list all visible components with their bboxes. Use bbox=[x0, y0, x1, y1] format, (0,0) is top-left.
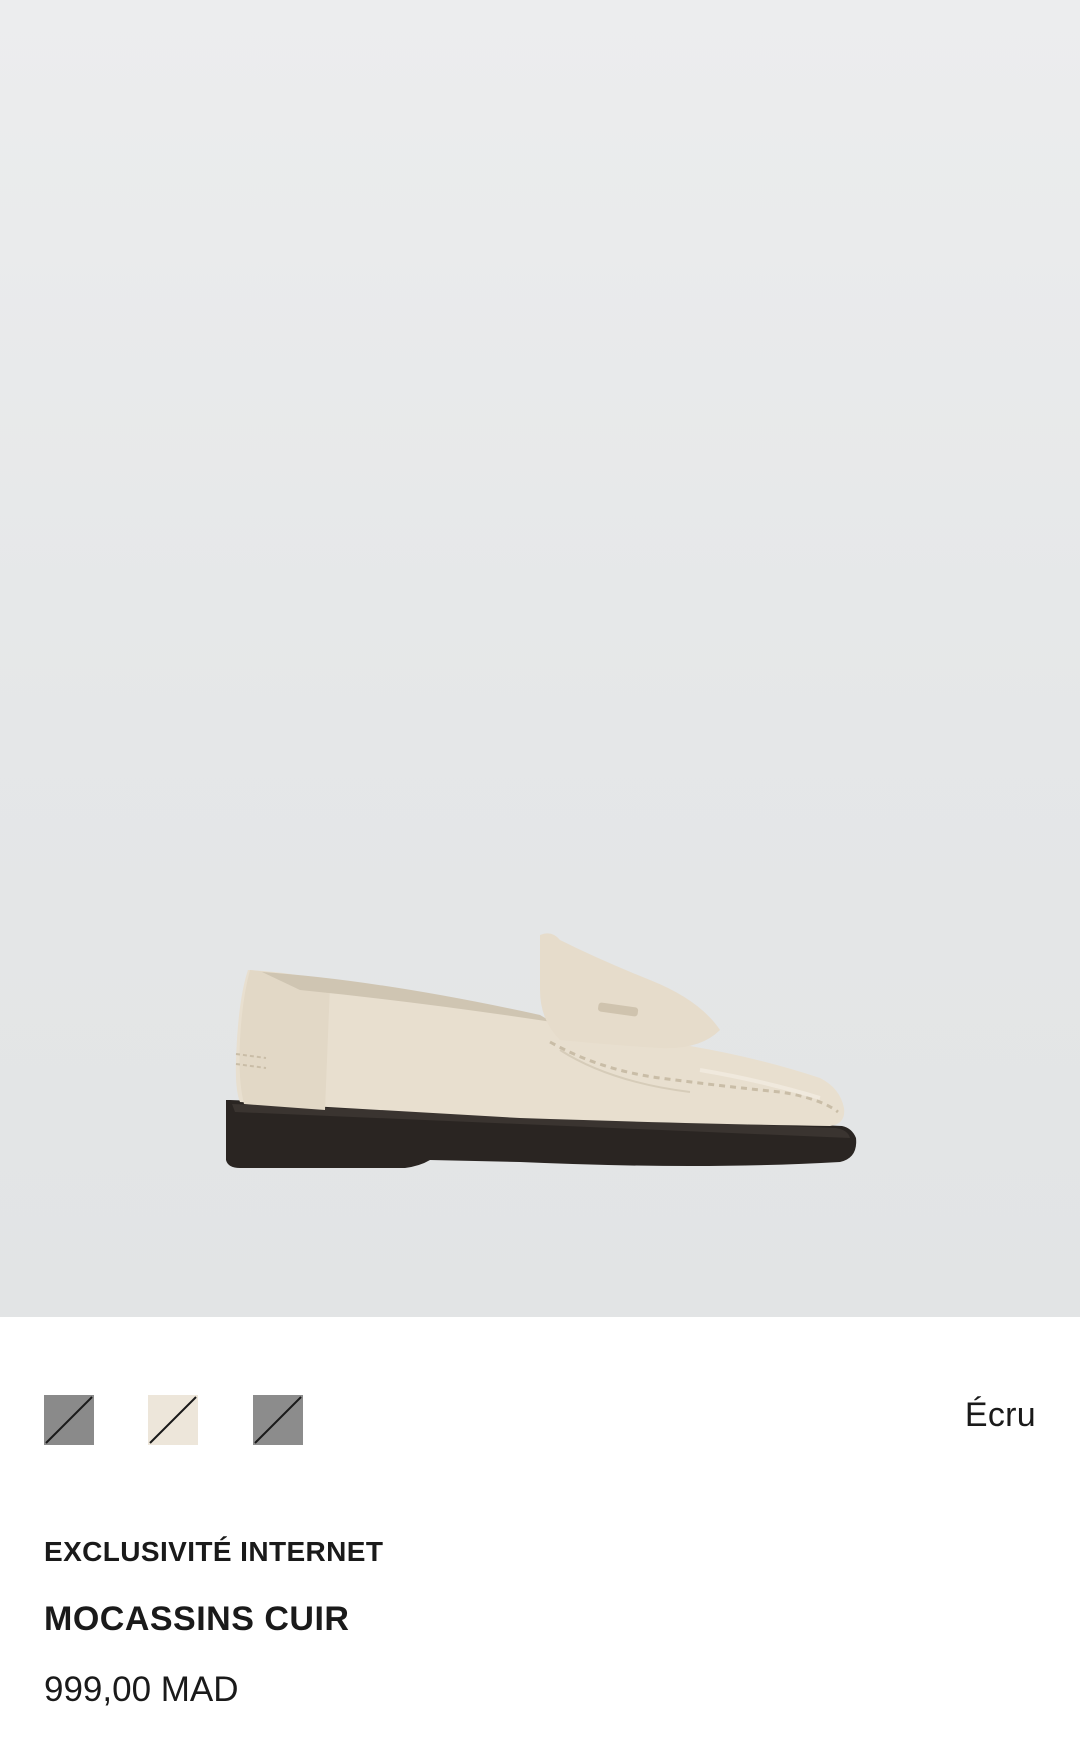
exclusive-label: EXCLUSIVITÉ INTERNET bbox=[44, 1536, 384, 1567]
swatch-grey-icon[interactable] bbox=[44, 1395, 94, 1445]
product-price: 999,00 MAD bbox=[44, 1670, 239, 1709]
loafer-shoe-image bbox=[226, 933, 857, 1168]
selected-color-name: Écru bbox=[964, 1396, 1036, 1434]
color-swatch-ecru[interactable] bbox=[148, 1395, 198, 1457]
color-swatch-grey[interactable] bbox=[44, 1395, 94, 1457]
swatch-ecru-icon[interactable] bbox=[148, 1395, 198, 1445]
color-swatch-grey-2[interactable] bbox=[253, 1395, 303, 1457]
product-image[interactable] bbox=[0, 0, 1080, 1317]
product-title: MOCASSINS CUIR bbox=[44, 1600, 350, 1638]
swatch-grey-2-icon[interactable] bbox=[253, 1395, 303, 1445]
